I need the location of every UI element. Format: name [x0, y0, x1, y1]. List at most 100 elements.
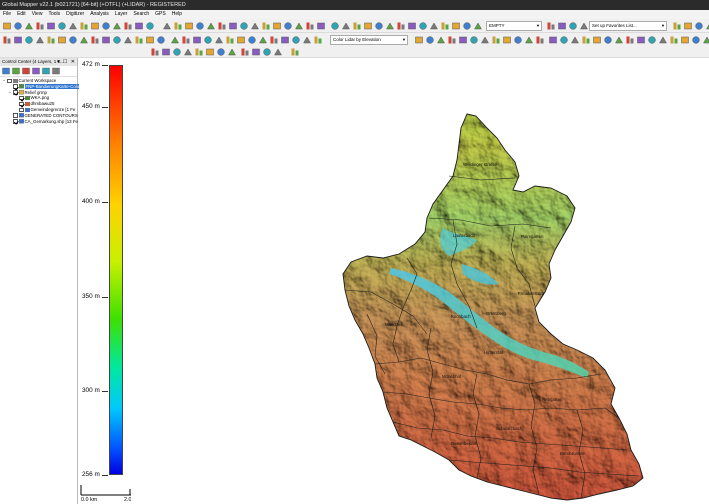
- path-icon[interactable]: [13, 35, 23, 45]
- layer-icon[interactable]: [440, 21, 450, 31]
- elevation-map[interactable]: [131, 58, 709, 504]
- home-icon[interactable]: [240, 47, 250, 57]
- 3d-view-icon[interactable]: [683, 21, 693, 31]
- layer-visibility-checkbox[interactable]: [13, 84, 18, 89]
- save-icon[interactable]: [535, 35, 545, 45]
- pan-icon[interactable]: [101, 35, 111, 45]
- globe-icon[interactable]: [145, 35, 155, 45]
- layer-icon[interactable]: [35, 21, 45, 31]
- print-icon[interactable]: [429, 21, 439, 31]
- contour-icon[interactable]: [162, 21, 172, 31]
- zoom-in-icon[interactable]: [46, 21, 56, 31]
- zoom-out-icon[interactable]: [216, 47, 226, 57]
- 3d-view-icon[interactable]: [458, 35, 468, 45]
- path-icon[interactable]: [702, 35, 709, 45]
- home-icon[interactable]: [112, 35, 122, 45]
- grid-icon[interactable]: [672, 21, 682, 31]
- layer-visibility-checkbox[interactable]: [13, 113, 18, 118]
- save-icon[interactable]: [46, 35, 56, 45]
- lidar-icon[interactable]: [203, 35, 213, 45]
- home-icon[interactable]: [603, 35, 613, 45]
- measure-icon[interactable]: [557, 21, 567, 31]
- layer-row[interactable]: GENERATED CONTOURS [: [9, 113, 80, 119]
- add-layer-icon[interactable]: [2, 67, 10, 75]
- pencil-icon[interactable]: [425, 35, 435, 45]
- folder-icon[interactable]: [2, 21, 12, 31]
- folder-icon[interactable]: [161, 47, 171, 57]
- lidar-icon[interactable]: [374, 21, 384, 31]
- shade-icon[interactable]: [469, 35, 479, 45]
- shade-icon[interactable]: [694, 21, 704, 31]
- 3d-view-icon[interactable]: [134, 21, 144, 31]
- contour-icon[interactable]: [480, 35, 490, 45]
- pan-icon[interactable]: [227, 47, 237, 57]
- layer-options-icon[interactable]: [22, 67, 30, 75]
- measure-icon[interactable]: [90, 21, 100, 31]
- globe-icon[interactable]: [579, 21, 589, 31]
- print-icon[interactable]: [183, 47, 193, 57]
- layer-visibility-checkbox[interactable]: [19, 95, 24, 101]
- save-icon[interactable]: [247, 35, 257, 45]
- globe-icon[interactable]: [273, 47, 283, 57]
- pencil-icon[interactable]: [625, 35, 635, 45]
- print-icon[interactable]: [57, 35, 67, 45]
- menu-edit[interactable]: Edit: [14, 10, 29, 19]
- zoom-out-icon[interactable]: [291, 35, 301, 45]
- menu-file[interactable]: File: [0, 10, 14, 19]
- lidar-icon[interactable]: [491, 35, 501, 45]
- pencil-icon[interactable]: [305, 21, 315, 31]
- globe-icon[interactable]: [636, 35, 646, 45]
- pan-icon[interactable]: [68, 21, 78, 31]
- path-icon[interactable]: [385, 21, 395, 31]
- layer-row[interactable]: Gemeindegrenze [1 Fe: [15, 107, 75, 113]
- layer-row[interactable]: − Relief grmp: [9, 90, 47, 96]
- zoom-in-icon[interactable]: [79, 35, 89, 45]
- contour-icon[interactable]: [680, 35, 690, 45]
- grid-icon[interactable]: [290, 47, 300, 57]
- remove-layer-icon[interactable]: [12, 67, 20, 75]
- measure-icon[interactable]: [414, 35, 424, 45]
- settings-icon[interactable]: [513, 35, 523, 45]
- layer-icon[interactable]: [239, 21, 249, 31]
- settings-icon[interactable]: [24, 35, 34, 45]
- home-icon[interactable]: [313, 35, 323, 45]
- pencil-icon[interactable]: [134, 35, 144, 45]
- menu-gps[interactable]: GPS: [152, 10, 169, 19]
- print-icon[interactable]: [24, 21, 34, 31]
- layer-visibility-checkbox[interactable]: [19, 101, 24, 107]
- menu-help[interactable]: Help: [169, 10, 185, 19]
- zoom-out-icon[interactable]: [90, 35, 100, 45]
- layer-row[interactable]: dhmbawu25: [15, 101, 54, 107]
- pencil-icon[interactable]: [568, 21, 578, 31]
- folder-icon[interactable]: [236, 35, 246, 45]
- zoom-out-icon[interactable]: [581, 35, 591, 45]
- layer-icon[interactable]: [194, 47, 204, 57]
- home-icon[interactable]: [283, 21, 293, 31]
- measure-icon[interactable]: [251, 47, 261, 57]
- settings-icon[interactable]: [195, 21, 205, 31]
- save-icon[interactable]: [217, 21, 227, 31]
- home-icon[interactable]: [546, 21, 556, 31]
- layer-icon[interactable]: [269, 35, 279, 45]
- lidar-icon[interactable]: [173, 21, 183, 31]
- save-icon[interactable]: [172, 47, 182, 57]
- globe-icon[interactable]: [436, 35, 446, 45]
- path-icon[interactable]: [214, 35, 224, 45]
- move-down-icon[interactable]: [42, 67, 50, 75]
- contour-icon[interactable]: [192, 35, 202, 45]
- measure-icon[interactable]: [614, 35, 624, 45]
- grid-icon[interactable]: [647, 35, 657, 45]
- shader-combo[interactable]: Color Lidar by Elevation ▼: [330, 35, 408, 45]
- pan-icon[interactable]: [592, 35, 602, 45]
- zoom-in-icon[interactable]: [570, 35, 580, 45]
- grid-icon[interactable]: [156, 35, 166, 45]
- panel-window-buttons[interactable]: ▾ ☐ ✕: [57, 58, 76, 66]
- settings-icon[interactable]: [150, 47, 160, 57]
- globe-icon[interactable]: [316, 21, 326, 31]
- home-icon[interactable]: [79, 21, 89, 31]
- 3d-view-icon[interactable]: [341, 21, 351, 31]
- menu-view[interactable]: View: [29, 10, 46, 19]
- path-icon[interactable]: [502, 35, 512, 45]
- zoom-layer-icon[interactable]: [52, 67, 60, 75]
- print-icon[interactable]: [548, 35, 558, 45]
